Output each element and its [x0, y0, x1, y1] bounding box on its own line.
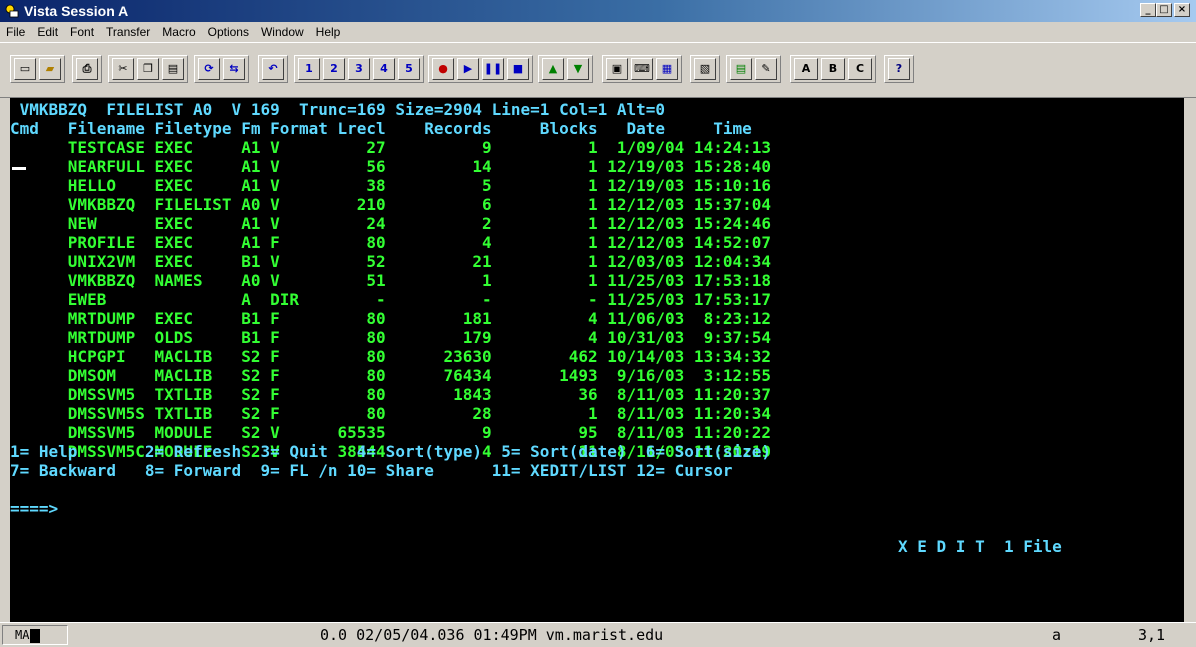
copy-icon[interactable]: ❐	[137, 58, 159, 80]
pf4-icon[interactable]: 4	[373, 58, 395, 80]
close-button[interactable]: ×	[1174, 3, 1190, 17]
menu-edit[interactable]: Edit	[31, 22, 64, 42]
screen-icon[interactable]: ▤	[730, 58, 752, 80]
clipboard-icon[interactable]: ▧	[694, 58, 716, 80]
session-info: 0.0 02/05/04.036 01:49PM vm.marist.edu	[320, 626, 664, 644]
macro-b-button[interactable]: B	[821, 58, 845, 80]
pf-keys-line-2: 7= Backward 8= Forward 9= FL /n 10= Shar…	[10, 461, 733, 480]
record-macro-icon[interactable]: ●	[432, 58, 454, 80]
file-row[interactable]: VMKBBZQ FILELIST A0 V 210 6 1 12/12/03 1…	[10, 195, 771, 214]
menu-file[interactable]: File	[0, 22, 31, 42]
cursor-position: 3,1	[1138, 626, 1166, 644]
menu-window[interactable]: Window	[255, 22, 310, 42]
oia-cursor-block	[30, 628, 41, 643]
pause-macro-icon[interactable]: ❚❚	[482, 58, 504, 80]
session-icon[interactable]: ▣	[606, 58, 628, 80]
menu-macro[interactable]: Macro	[156, 22, 201, 42]
app-icon	[5, 4, 19, 18]
file-row[interactable]: NEW EXEC A1 V 24 2 1 12/12/03 15:24:46	[10, 214, 771, 233]
file-row[interactable]: DMSSVM5 MODULE S2 V 65535 9 95 8/11/03 1…	[10, 423, 771, 442]
transfer-icon[interactable]: ⇆	[223, 58, 245, 80]
oia-indicator: MA	[2, 625, 68, 645]
macro-a-button[interactable]: A	[794, 58, 818, 80]
pf5-icon[interactable]: 5	[398, 58, 420, 80]
pf2-icon[interactable]: 2	[323, 58, 345, 80]
paste-icon[interactable]: ▤	[162, 58, 184, 80]
file-row[interactable]: EWEB A DIR - - - 11/25/03 17:53:17	[10, 290, 771, 309]
menu-font[interactable]: Font	[64, 22, 100, 42]
map-icon[interactable]: ▦	[656, 58, 678, 80]
pf3-icon[interactable]: 3	[348, 58, 370, 80]
file-row[interactable]: HELLO EXEC A1 V 38 5 1 12/19/03 15:10:16	[10, 176, 771, 195]
pf1-icon[interactable]: 1	[298, 58, 320, 80]
file-row[interactable]: HCPGPI MACLIB S2 F 80 23630 462 10/14/03…	[10, 347, 771, 366]
file-row[interactable]: MRTDUMP OLDS B1 F 80 179 4 10/31/03 9:37…	[10, 328, 771, 347]
help-icon[interactable]: ?	[888, 58, 910, 80]
terminal-screen[interactable]: VMKBBZQ FILELIST A0 V 169 Trunc=169 Size…	[10, 98, 1184, 622]
file-row[interactable]: DMSSVM5 TXTLIB S2 F 80 1843 36 8/11/03 1…	[10, 385, 771, 404]
file-row[interactable]: PROFILE EXEC A1 F 80 4 1 12/12/03 14:52:…	[10, 233, 771, 252]
session-letter: a	[1052, 626, 1062, 644]
xedit-mode-indicator: X E D I T 1 File	[898, 537, 1062, 556]
oia-mode: MA	[15, 628, 30, 642]
cut-icon[interactable]: ✂	[112, 58, 134, 80]
window-title: Vista Session A	[24, 3, 129, 19]
file-row[interactable]: UNIX2VM EXEC B1 V 52 21 1 12/03/03 12:04…	[10, 252, 771, 271]
notepad-icon[interactable]: ✎	[755, 58, 777, 80]
upload-icon[interactable]: ▲	[542, 58, 564, 80]
file-row[interactable]: TESTCASE EXEC A1 V 27 9 1 1/09/04 14:24:…	[10, 138, 771, 157]
status-bar: MA 0.0 02/05/04.036 01:49PM vm.marist.ed…	[0, 622, 1196, 647]
column-headers: Cmd Filename Filetype Fm Format Lrecl Re…	[10, 119, 752, 138]
menu-help[interactable]: Help	[310, 22, 347, 42]
keyboard-icon[interactable]: ⌨	[631, 58, 653, 80]
pf-keys-line-1: 1= Help 2= Refresh 3= Quit 4= Sort(type)…	[10, 442, 771, 461]
file-row[interactable]: NEARFULL EXEC A1 V 56 14 1 12/19/03 15:2…	[10, 157, 771, 176]
open-folder-icon[interactable]: ▰	[39, 58, 61, 80]
play-macro-icon[interactable]: ▶	[457, 58, 479, 80]
file-row[interactable]: DMSOM MACLIB S2 F 80 76434 1493 9/16/03 …	[10, 366, 771, 385]
menu-options[interactable]: Options	[202, 22, 255, 42]
download-icon[interactable]: ▼	[567, 58, 589, 80]
sync-icon[interactable]: ⟳	[198, 58, 220, 80]
menu-bar: File Edit Font Transfer Macro Options Window He…	[0, 22, 1196, 42]
stop-macro-icon[interactable]: ■	[507, 58, 529, 80]
new-document-icon[interactable]: ▭	[14, 58, 36, 80]
file-row[interactable]: MRTDUMP EXEC B1 F 80 181 4 11/06/03 8:23…	[10, 309, 771, 328]
macro-c-button[interactable]: C	[848, 58, 872, 80]
menu-transfer[interactable]: Transfer	[100, 22, 156, 42]
maximize-button[interactable]: □	[1156, 3, 1172, 17]
undo-icon[interactable]: ↶	[262, 58, 284, 80]
title-bar: Vista Session A _ □ ×	[0, 0, 1196, 22]
file-row[interactable]: VMKBBZQ NAMES A0 V 51 1 1 11/25/03 17:53…	[10, 271, 771, 290]
toolbar: ▭ ▰ ⎙ ✂ ❐ ▤ ⟳ ⇆ ↶ 1 2 3 4 5 ● ▶ ❚❚ ■ ▲ ▼…	[0, 42, 1196, 98]
minimize-button[interactable]: _	[1140, 3, 1156, 17]
file-row[interactable]: DMSSVM5S TXTLIB S2 F 80 28 1 8/11/03 11:…	[10, 404, 771, 423]
command-line[interactable]: ====>	[10, 499, 58, 518]
filelist-header: VMKBBZQ FILELIST A0 V 169 Trunc=169 Size…	[10, 100, 666, 119]
print-icon[interactable]: ⎙	[76, 58, 98, 80]
